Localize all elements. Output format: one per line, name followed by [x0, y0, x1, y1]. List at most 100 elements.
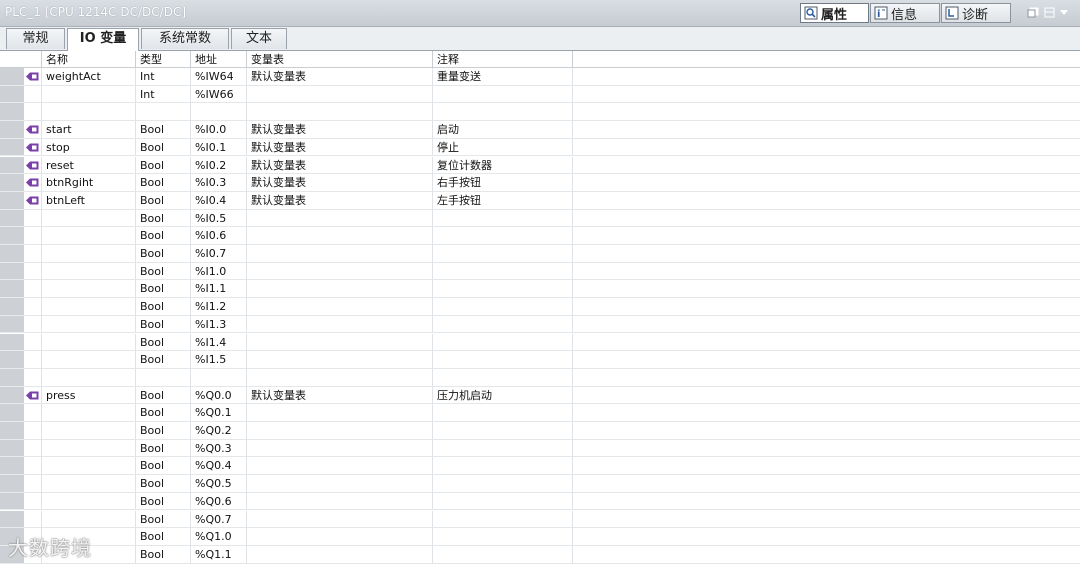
cell-address[interactable]: %I0.2	[191, 156, 247, 175]
cell-tag-table[interactable]: 默认变量表	[247, 138, 433, 157]
cell-type[interactable]: Bool	[136, 138, 191, 157]
cell-address[interactable]: %Q0.5	[191, 475, 247, 493]
cell-tag-table[interactable]	[247, 280, 433, 299]
cell-comment[interactable]	[433, 510, 573, 529]
row-selector[interactable]	[0, 138, 24, 157]
row-selector[interactable]	[0, 368, 24, 387]
cell-comment[interactable]: 停止	[433, 138, 573, 157]
cell-name[interactable]	[42, 85, 136, 104]
row-selector[interactable]	[0, 191, 24, 210]
header-name[interactable]: 名称	[42, 51, 136, 68]
row-selector[interactable]	[0, 280, 24, 299]
cell-type[interactable]: Bool	[136, 156, 191, 175]
cell-type[interactable]: Int	[136, 85, 191, 104]
row-selector[interactable]	[0, 351, 24, 369]
cell-comment[interactable]: 右手按钮	[433, 174, 573, 192]
row-selector[interactable]	[0, 174, 24, 192]
cell-comment[interactable]	[433, 262, 573, 281]
cell-type[interactable]: Bool	[136, 475, 191, 493]
cell-name[interactable]	[42, 422, 136, 440]
table-row[interactable]: Bool %I1.4	[0, 333, 1080, 352]
cell-address[interactable]: %I0.4	[191, 191, 247, 210]
cell-comment[interactable]	[433, 439, 573, 458]
cell-name[interactable]: btnLeft	[42, 191, 136, 210]
cell-comment[interactable]	[433, 85, 573, 104]
table-row[interactable]: Bool %I0.6	[0, 227, 1080, 245]
cell-tag-table[interactable]	[247, 492, 433, 511]
cell-comment[interactable]	[433, 103, 573, 122]
table-row[interactable]: stop Bool %I0.1 默认变量表 停止	[0, 138, 1080, 157]
header-address[interactable]: 地址	[191, 51, 247, 68]
cell-name[interactable]	[42, 510, 136, 529]
cell-name[interactable]	[42, 492, 136, 511]
cell-tag-table[interactable]	[247, 315, 433, 334]
table-row[interactable]: Bool %Q1.1	[0, 545, 1080, 564]
cell-name[interactable]	[42, 351, 136, 369]
cell-name[interactable]: press	[42, 386, 136, 405]
cell-address[interactable]: %I1.1	[191, 280, 247, 299]
row-selector[interactable]	[0, 262, 24, 281]
cell-comment[interactable]	[433, 298, 573, 316]
table-row[interactable]: Bool %Q0.3	[0, 439, 1080, 458]
cell-comment[interactable]	[433, 333, 573, 352]
cell-address[interactable]: %I1.0	[191, 262, 247, 281]
cell-type[interactable]: Bool	[136, 174, 191, 192]
cell-type[interactable]: Bool	[136, 351, 191, 369]
cell-type[interactable]: Bool	[136, 245, 191, 263]
cell-type[interactable]: Bool	[136, 191, 191, 210]
cell-tag-table[interactable]	[247, 103, 433, 122]
cell-type[interactable]: Bool	[136, 528, 191, 546]
cell-type[interactable]: Bool	[136, 404, 191, 422]
tab-io-tags[interactable]: IO 变量	[67, 28, 139, 51]
cell-address[interactable]: %Q1.0	[191, 528, 247, 546]
cell-comment[interactable]	[433, 227, 573, 245]
cell-comment[interactable]	[433, 280, 573, 299]
cell-name[interactable]	[42, 280, 136, 299]
tab-info[interactable]: i 信息	[870, 3, 940, 23]
cell-address[interactable]: %Q0.7	[191, 510, 247, 529]
cell-name[interactable]	[42, 333, 136, 352]
cell-comment[interactable]: 压力机启动	[433, 386, 573, 405]
header-comment[interactable]: 注释	[433, 51, 573, 68]
cell-comment[interactable]	[433, 545, 573, 564]
cell-tag-table[interactable]: 默认变量表	[247, 191, 433, 210]
header-type[interactable]: 类型	[136, 51, 191, 68]
cell-type[interactable]: Bool	[136, 510, 191, 529]
header-tag-table[interactable]: 变量表	[247, 51, 433, 68]
row-selector[interactable]	[0, 315, 24, 334]
cell-name[interactable]: weightAct	[42, 68, 136, 86]
cell-type[interactable]: Bool	[136, 457, 191, 476]
cell-address[interactable]: %I0.7	[191, 245, 247, 263]
cell-name[interactable]	[42, 315, 136, 334]
cell-address[interactable]: %I1.5	[191, 351, 247, 369]
cell-tag-table[interactable]	[247, 262, 433, 281]
row-selector[interactable]	[0, 422, 24, 440]
row-selector[interactable]	[0, 510, 24, 529]
cell-type[interactable]: Bool	[136, 545, 191, 564]
cell-comment[interactable]	[433, 351, 573, 369]
tab-texts[interactable]: 文本	[231, 28, 287, 49]
cell-name[interactable]	[42, 439, 136, 458]
table-row[interactable]: btnRgiht Bool %I0.3 默认变量表 右手按钮	[0, 174, 1080, 192]
cell-comment[interactable]	[433, 492, 573, 511]
cell-tag-table[interactable]: 默认变量表	[247, 156, 433, 175]
cell-name[interactable]	[42, 103, 136, 122]
cell-tag-table[interactable]	[247, 404, 433, 422]
cell-address[interactable]	[191, 368, 247, 387]
table-row[interactable]: Bool %I1.3	[0, 315, 1080, 334]
cell-type[interactable]: Bool	[136, 422, 191, 440]
cell-name[interactable]	[42, 298, 136, 316]
cell-comment[interactable]	[433, 457, 573, 476]
cell-address[interactable]: %I1.2	[191, 298, 247, 316]
table-row[interactable]: start Bool %I0.0 默认变量表 启动	[0, 121, 1080, 139]
row-selector[interactable]	[0, 245, 24, 263]
row-selector[interactable]	[0, 156, 24, 175]
row-selector[interactable]	[0, 68, 24, 86]
table-row[interactable]: Bool %Q0.2	[0, 422, 1080, 440]
cell-type[interactable]: Bool	[136, 315, 191, 334]
cell-address[interactable]: %I0.6	[191, 227, 247, 245]
row-selector[interactable]	[0, 457, 24, 476]
cell-name[interactable]	[42, 475, 136, 493]
cell-comment[interactable]	[433, 315, 573, 334]
table-row[interactable]: btnLeft Bool %I0.4 默认变量表 左手按钮	[0, 191, 1080, 210]
